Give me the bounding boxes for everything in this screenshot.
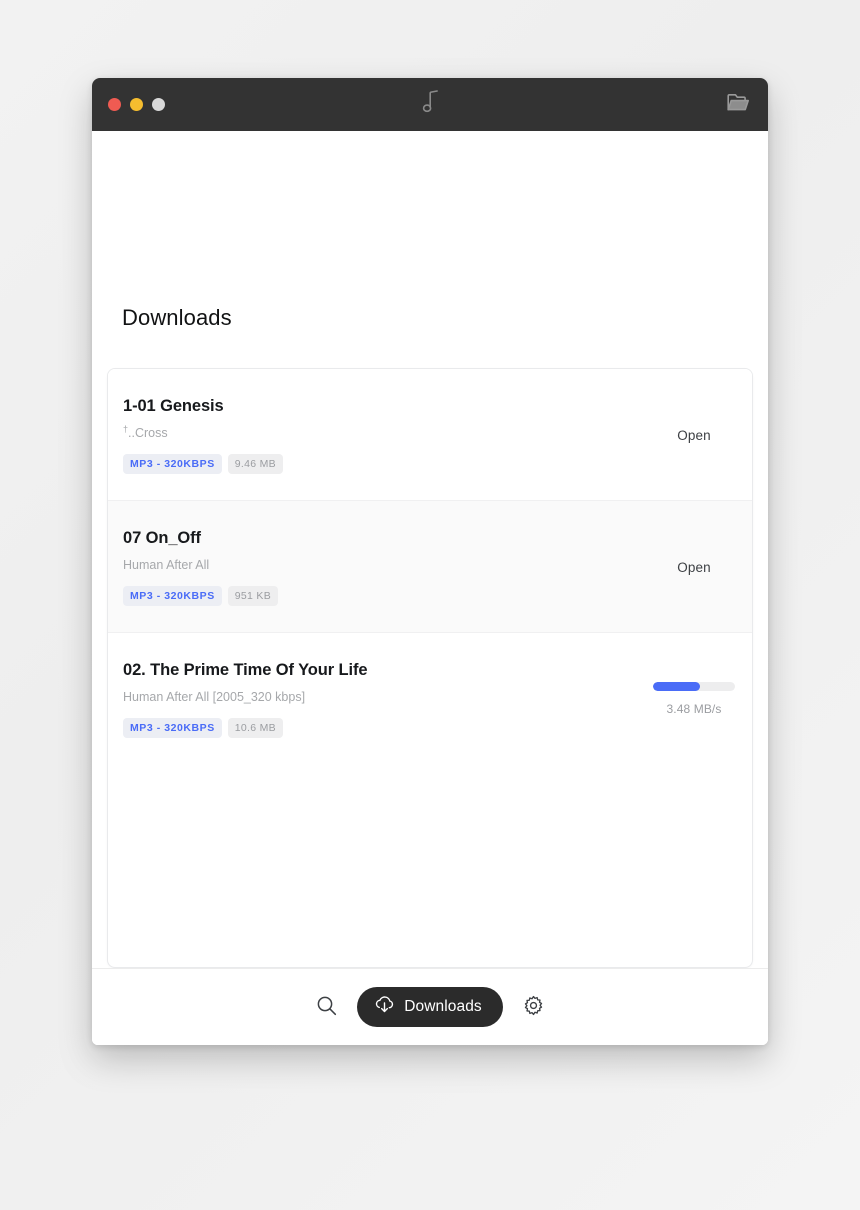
download-row[interactable]: 1-01 Genesis †..Cross MP3 - 320KBPS 9.46… [108,369,752,500]
page-header: Downloads [92,131,768,331]
bottom-toolbar: Downloads [92,968,768,1045]
download-action-area: Open [652,428,736,443]
download-info: 07 On_Off Human After All MP3 - 320KBPS … [123,529,634,606]
download-info: 02. The Prime Time Of Your Life Human Af… [123,661,634,738]
download-artist: †..Cross [123,423,168,440]
settings-button[interactable] [517,990,551,1024]
download-badges: MP3 - 320KBPS 9.46 MB [123,453,634,474]
download-badges: MP3 - 320KBPS 951 KB [123,585,634,606]
maximize-window-button[interactable] [152,98,165,111]
download-title: 07 On_Off [123,528,201,547]
downloads-tab-label: Downloads [404,998,482,1016]
open-file-link[interactable]: Open [677,560,710,575]
search-button[interactable] [309,990,343,1024]
title-bar-center [92,78,768,131]
title-bar-right [727,93,750,117]
progress-bar [653,682,735,692]
open-file-link[interactable]: Open [677,428,710,443]
open-folder-icon[interactable] [727,93,750,117]
format-badge: MP3 - 320KBPS [123,717,222,738]
download-title: 02. The Prime Time Of Your Life [123,660,368,679]
gear-icon [523,995,544,1019]
download-info: 1-01 Genesis †..Cross MP3 - 320KBPS 9.46… [123,397,634,474]
close-window-button[interactable] [108,98,121,111]
progress-wrap: 3.48 MB/s [653,682,735,716]
search-icon [316,995,337,1019]
app-window: Downloads 1-01 Genesis †..Cross MP3 - 32… [92,78,768,1045]
format-badge: MP3 - 320KBPS [123,453,222,474]
size-badge: 10.6 MB [227,717,283,738]
size-badge: 951 KB [227,585,279,606]
format-badge: MP3 - 320KBPS [123,585,222,606]
cloud-download-icon [374,995,395,1020]
downloads-tab-button[interactable]: Downloads [357,987,503,1027]
download-row[interactable]: 02. The Prime Time Of Your Life Human Af… [108,631,752,764]
download-action-area: Open [652,560,736,575]
download-artist: Human After All [123,557,210,572]
size-badge: 9.46 MB [227,453,283,474]
download-artist: Human After All [2005_320 kbps] [123,689,306,704]
page-title: Downloads [122,305,232,330]
title-bar[interactable] [92,78,768,131]
downloads-list: 1-01 Genesis †..Cross MP3 - 320KBPS 9.46… [107,368,753,968]
download-speed: 3.48 MB/s [666,702,722,717]
download-progress-area: 3.48 MB/s [652,682,736,716]
progress-bar-fill [653,682,700,692]
window-content: Downloads 1-01 Genesis †..Cross MP3 - 32… [92,131,768,1045]
download-badges: MP3 - 320KBPS 10.6 MB [123,717,634,738]
minimize-window-button[interactable] [130,98,143,111]
traffic-light-group [108,98,165,111]
download-title: 1-01 Genesis [123,397,224,415]
download-row[interactable]: 07 On_Off Human After All MP3 - 320KBPS … [108,499,752,632]
music-note-icon [422,90,439,119]
